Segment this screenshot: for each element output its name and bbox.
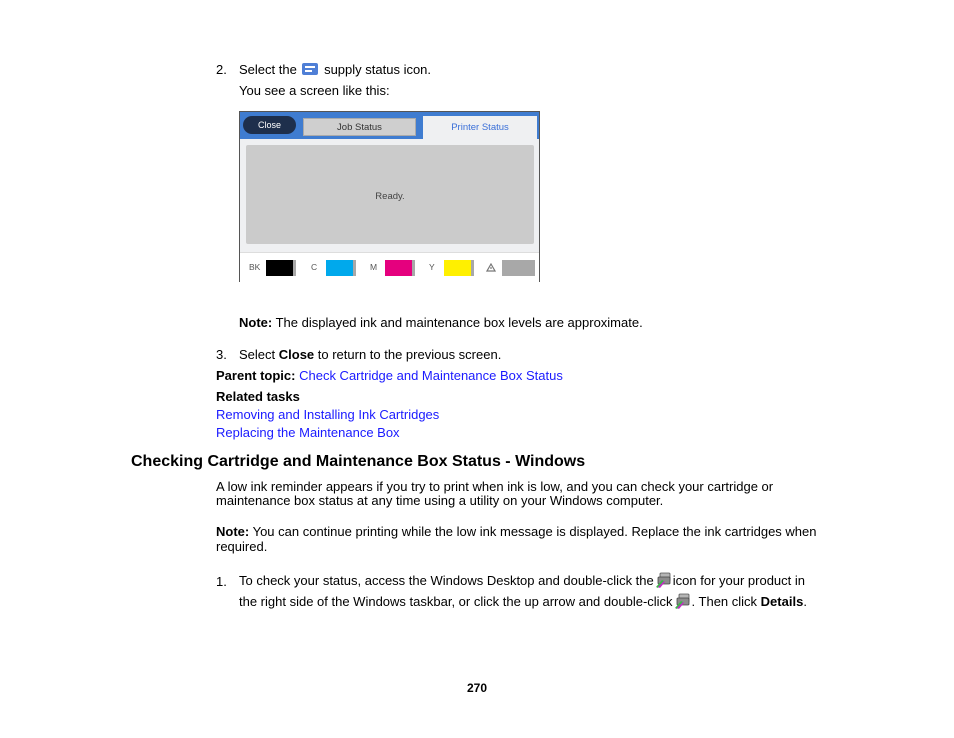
step-2-text: Select the supply status icon. [239, 62, 431, 77]
ink-bar-black [266, 260, 293, 276]
step-3-before: Select [239, 347, 279, 362]
tab-job-status[interactable]: Job Status [303, 118, 416, 136]
note-continue-printing: Note: You can continue printing while th… [216, 524, 817, 539]
maintenance-box-icon [486, 263, 496, 272]
maintenance-box-bar [502, 260, 535, 276]
printer-utility-tray-icon [655, 572, 671, 588]
step-1-line-1: To check your status, access the Windows… [239, 572, 805, 588]
ink-levels-row: BK C M Y [240, 252, 539, 282]
status-message: Ready. [375, 191, 405, 202]
intro-line-2: maintenance box status at any time using… [216, 493, 664, 508]
details-bold: Details [760, 594, 804, 609]
printer-status-screenshot: Close Job Status Printer Status Ready. B… [239, 111, 540, 282]
step-1-line-1-after: icon for your product in [672, 573, 805, 588]
step-1-number: 1. [216, 574, 227, 589]
step-3-number: 3. [216, 347, 227, 362]
ink-label-y: Y [429, 262, 435, 272]
related-task-link-removing-installing[interactable]: Removing and Installing Ink Cartridges [216, 407, 439, 422]
note-label: Note: [239, 315, 273, 330]
related-task-link-replacing-maintenance-box[interactable]: Replacing the Maintenance Box [216, 425, 400, 440]
ink-bar-magenta-end [412, 260, 415, 276]
step-1-line-1-before: To check your status, access the Windows… [239, 573, 654, 588]
step-3-bold: Close [278, 347, 315, 362]
note-text: The displayed ink and maintenance box le… [272, 315, 643, 330]
status-panel: Ready. [246, 145, 534, 244]
parent-topic-link[interactable]: Check Cartridge and Maintenance Box Stat… [299, 368, 563, 383]
parent-topic-label: Parent topic: [216, 368, 296, 383]
tab-printer-status[interactable]: Printer Status [423, 116, 537, 140]
related-tasks-label: Related tasks [216, 389, 300, 404]
step-2-text-before: Select the [239, 62, 297, 77]
section-heading: Checking Cartridge and Maintenance Box S… [131, 453, 586, 470]
step-3-after: to return to the previous screen. [314, 347, 502, 362]
ink-label-m: M [370, 262, 378, 272]
step-1-line-2-after: . Then click [691, 594, 761, 609]
note-line-2: required. [216, 539, 268, 554]
ink-bar-black-end [293, 260, 296, 276]
intro-line-1: A low ink reminder appears if you try to… [216, 479, 774, 494]
step-2-followup: You see a screen like this: [239, 83, 390, 98]
step-2-text-after: supply status icon. [324, 62, 432, 77]
step-1-line-2-end: . [803, 594, 807, 609]
ink-bar-yellow [444, 260, 471, 276]
ink-bar-magenta [385, 260, 412, 276]
note-approximate: Note: The displayed ink and maintenance … [239, 315, 643, 330]
step-2-number: 2. [216, 62, 227, 77]
ink-label-c: C [311, 262, 318, 272]
ink-bar-cyan [326, 260, 353, 276]
close-button[interactable]: Close [243, 116, 296, 134]
note-line-1: You can continue printing while the low … [249, 524, 817, 539]
ink-bar-yellow-end [471, 260, 474, 276]
ink-bar-cyan-end [353, 260, 356, 276]
printer-utility-tray-icon-2 [674, 593, 689, 609]
supply-status-icon [302, 63, 319, 75]
parent-topic: Parent topic: Check Cartridge and Mainte… [216, 368, 563, 383]
step-3-text: Select Close to return to the previous s… [239, 347, 501, 362]
ink-label-bk: BK [249, 262, 261, 272]
step-1-line-2-before: the right side of the Windows taskbar, o… [239, 594, 673, 609]
step-1-line-2: the right side of the Windows taskbar, o… [239, 593, 807, 609]
page-number: 270 [466, 681, 488, 695]
note-label-2: Note: [216, 524, 250, 539]
